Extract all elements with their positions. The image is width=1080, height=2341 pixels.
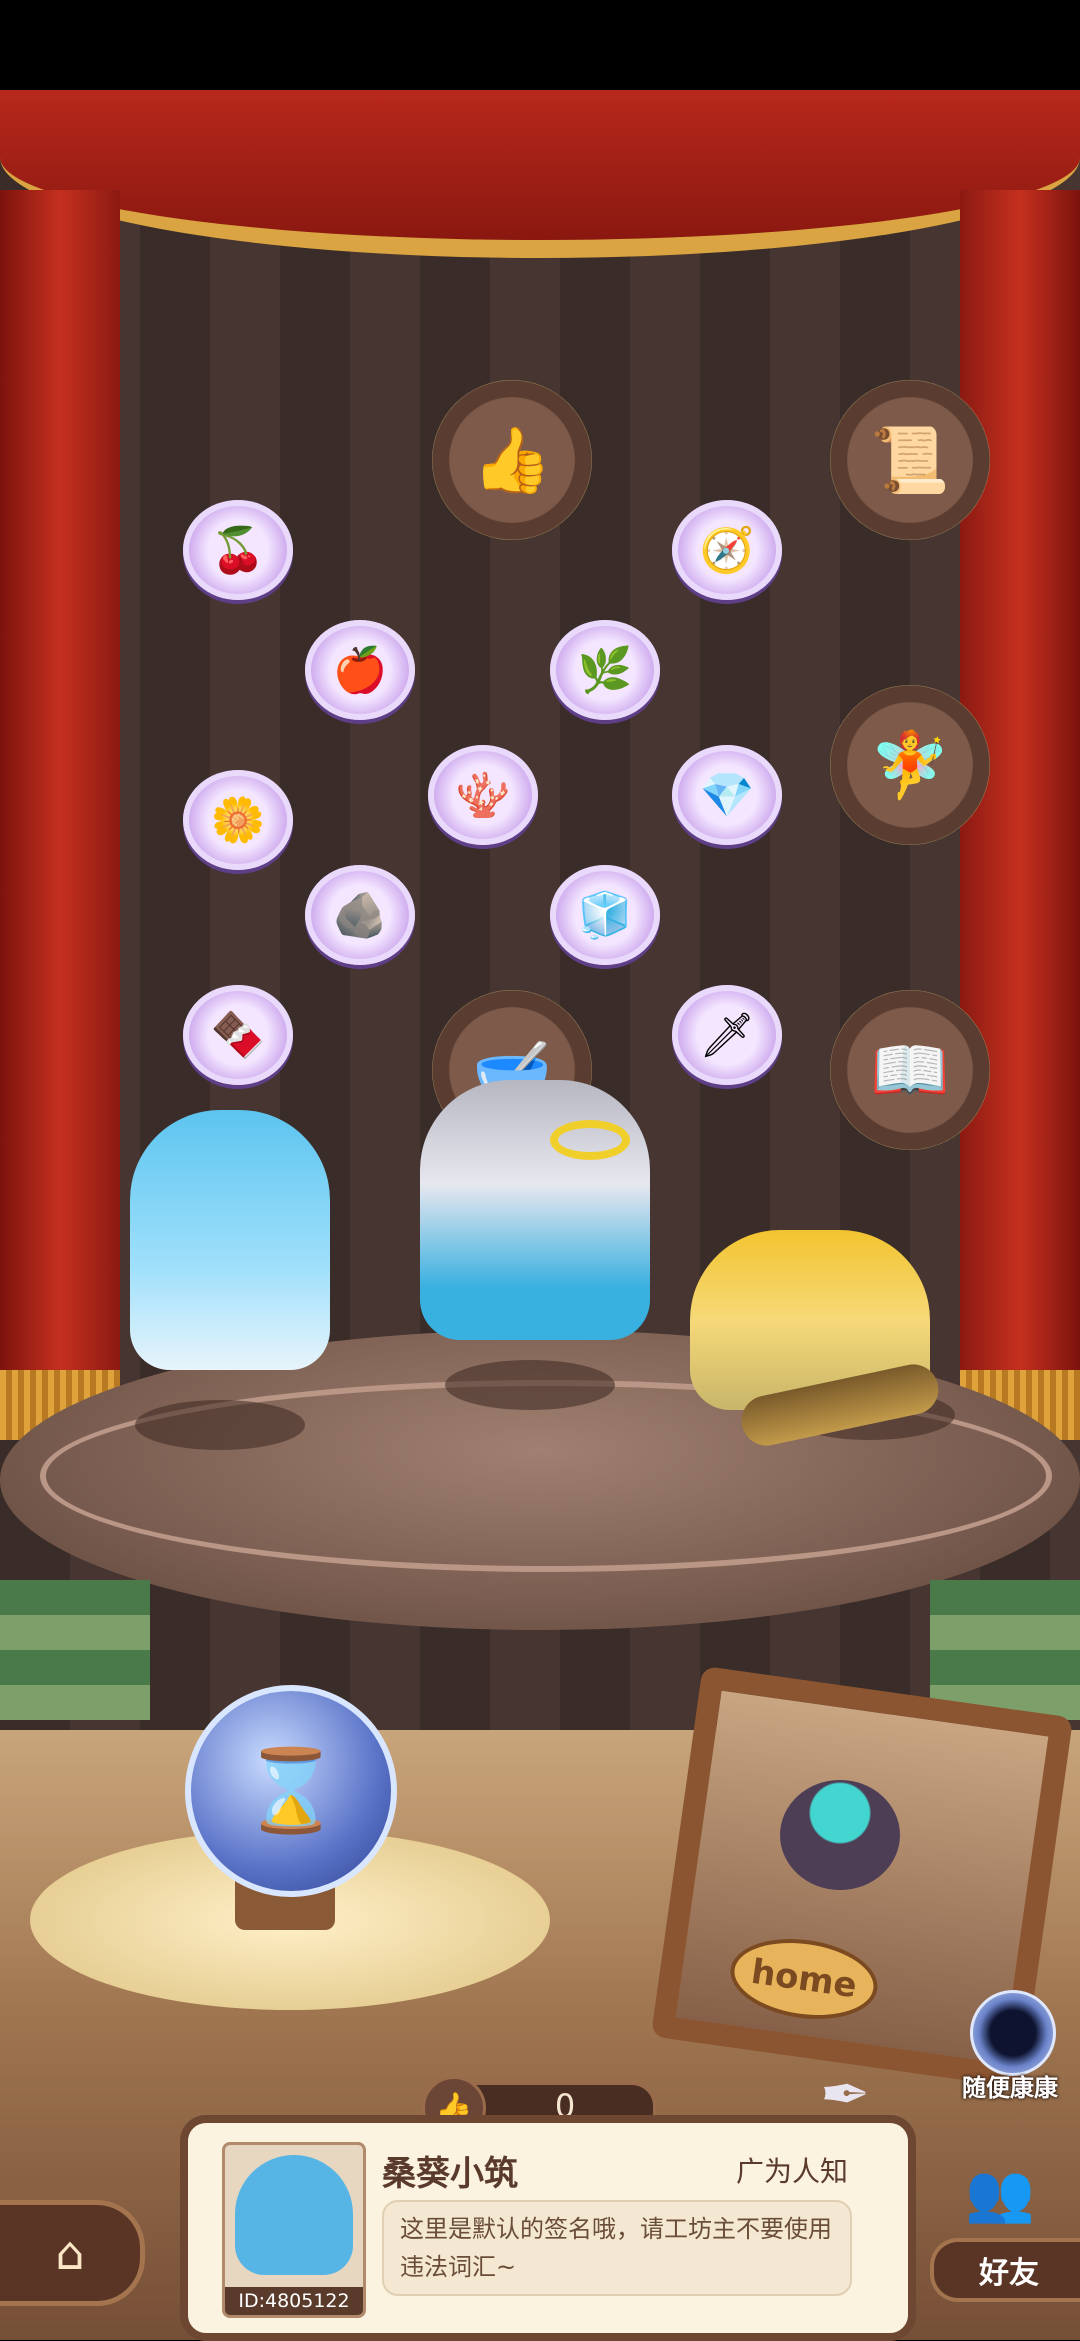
book-badge[interactable]: 📖 — [830, 990, 990, 1150]
compass-item[interactable]: 🧭 — [672, 500, 782, 600]
player-id: ID:4805122 — [225, 2287, 363, 2315]
certificate-badge[interactable]: 📜 — [830, 380, 990, 540]
angel-character[interactable] — [420, 1080, 650, 1340]
obsidian-item[interactable]: 🗡 — [672, 985, 782, 1085]
random-visit-label: 随便康康 — [962, 2074, 1058, 2102]
cauldron-icon — [780, 1780, 900, 1890]
fame-level: 广为人知 — [736, 2155, 849, 2188]
herb-item[interactable]: 🌿 — [550, 620, 660, 720]
stairs-right — [930, 1580, 1080, 1720]
friends-icon: 👥 — [965, 2161, 1035, 2226]
hourglass-orb-button[interactable]: ⌛ — [185, 1685, 397, 1897]
curtain-right — [960, 190, 1080, 1440]
signature-text: 这里是默认的签名哦，请工坊主不要使用违法词汇~ — [382, 2200, 852, 2296]
apple-item[interactable]: 🍎 — [305, 620, 415, 720]
avatar-portrait — [235, 2155, 353, 2275]
quill-edit-icon[interactable]: ✒ — [820, 2060, 900, 2140]
blue-crystal-item[interactable]: 💎 — [672, 745, 782, 845]
character-badge[interactable]: 🧚 — [830, 685, 990, 845]
random-visit-button[interactable]: 随便康康 — [955, 1990, 1065, 2102]
friends-button[interactable]: 👥 好友 — [930, 2160, 1080, 2302]
stairs-left — [0, 1580, 150, 1720]
character-shadow — [445, 1360, 615, 1410]
character-shadow — [135, 1400, 305, 1450]
friends-label: 好友 — [930, 2238, 1080, 2302]
golden-flower-item[interactable]: 🌼 — [183, 770, 293, 870]
home-icon: ⌂ — [55, 2226, 85, 2280]
portal-icon — [970, 1990, 1056, 2076]
halo-icon — [550, 1120, 630, 1160]
red-berries-item[interactable]: 🍒 — [183, 500, 293, 600]
purple-coral-item[interactable]: 🪸 — [428, 745, 538, 845]
avatar[interactable]: ID:4805122 — [222, 2142, 366, 2318]
workshop-name: 桑葵小筑 — [382, 2154, 518, 2194]
curtain-left — [0, 190, 120, 1440]
silver-ore-item[interactable]: 🧊 — [550, 865, 660, 965]
stage-scene: 👍 📜 🧚 🥣 📖 🍒 🍎 🌿 🧭 🌼 🪸 💎 🪨 🧊 🍫 🗡 ⌛ home — [0, 90, 1080, 2340]
hourglass-icon: ⌛ — [241, 1744, 341, 1837]
curtain-top — [0, 90, 1080, 258]
chocolate-item[interactable]: 🍫 — [183, 985, 293, 1085]
ore-item[interactable]: 🪨 — [305, 865, 415, 965]
blue-hair-character[interactable] — [130, 1110, 330, 1370]
home-button[interactable]: ⌂ — [0, 2200, 145, 2306]
thumbs-up-badge[interactable]: 👍 — [432, 380, 592, 540]
